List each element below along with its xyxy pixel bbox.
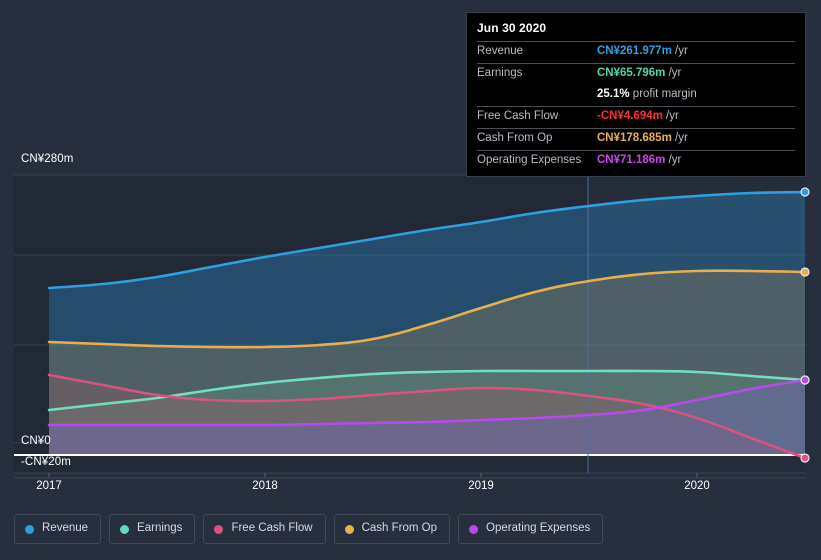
tooltip-row-value: CN¥71.186m /yr [597, 154, 681, 166]
tooltip-row-label: Cash From Op [477, 132, 553, 144]
legend-dot-icon [469, 524, 479, 534]
tooltip-row-value: CN¥178.685m /yr [597, 132, 688, 144]
y-axis-top-label: CN¥280m [21, 153, 74, 165]
tooltip-row-suffix: /yr [665, 154, 682, 166]
tooltip-row: Operating Expenses CN¥71.186m /yr [477, 150, 795, 172]
tooltip-date: Jun 30 2020 [477, 21, 547, 35]
tooltip-row-label: Earnings [477, 67, 523, 79]
tooltip-row-suffix: /yr [671, 132, 688, 144]
tooltip-row-suffix: profit margin [629, 88, 697, 100]
tooltip-row-amount: CN¥71.186m [597, 154, 666, 166]
endpoint-operating-expenses [800, 375, 810, 385]
tooltip-row-amount: -CN¥4.694m [597, 110, 663, 122]
legend-item-earnings[interactable]: Earnings [109, 514, 196, 544]
y-axis-bottom-label: -CN¥20m [21, 456, 71, 468]
x-tick-label-2019: 2019 [468, 480, 494, 492]
chart-tooltip: Jun 30 2020 Revenue CN¥261.977m /yr Earnin… [466, 12, 806, 177]
legend-item-label: Operating Expenses [486, 522, 591, 535]
tooltip-row: Free Cash Flow -CN¥4.694m /yr [477, 106, 795, 128]
tooltip-row-amount: 25.1% [597, 88, 630, 100]
legend-item-cash-from-op[interactable]: Cash From Op [333, 514, 451, 544]
endpoint-cash-from-op [800, 267, 810, 277]
tooltip-row-suffix: /yr [671, 45, 688, 57]
tooltip-row-suffix: /yr [662, 110, 679, 122]
tooltip-row: 25.1% profit margin [477, 85, 795, 106]
x-tick-label-2017: 2017 [36, 480, 62, 492]
legend-item-label: Revenue [42, 522, 89, 535]
legend-item-label: Earnings [137, 522, 183, 535]
chart-app: CN¥280m CN¥0 -CN¥20m 2017 2018 2019 2020 Ju… [0, 0, 821, 560]
tooltip-row-label: Free Cash Flow [477, 110, 559, 122]
legend-item-free-cash-flow[interactable]: Free Cash Flow [203, 514, 326, 544]
tooltip-row: Revenue CN¥261.977m /yr [477, 41, 795, 63]
tooltip-row-value: 25.1% profit margin [597, 88, 697, 100]
tooltip-row-label: Operating Expenses [477, 154, 582, 166]
legend-item-label: Cash From Op [361, 522, 438, 535]
legend-item-revenue[interactable]: Revenue [14, 514, 102, 544]
tooltip-row: Earnings CN¥65.796m /yr [477, 63, 795, 85]
tooltip-row-suffix: /yr [665, 67, 682, 79]
tooltip-rows: Revenue CN¥261.977m /yr Earnings CN¥65.796m… [477, 41, 795, 172]
tooltip-row-amount: CN¥178.685m [597, 132, 672, 144]
tooltip-row-label: Revenue [477, 45, 524, 57]
legend-item-label: Free Cash Flow [231, 522, 313, 535]
legend-dot-icon [344, 524, 354, 534]
tooltip-row-amount: CN¥65.796m [597, 67, 666, 79]
legend-dot-icon [120, 524, 130, 534]
x-tick-label-2020: 2020 [684, 480, 710, 492]
y-axis-zero-label: CN¥0 [21, 435, 51, 447]
tooltip-row-value: -CN¥4.694m /yr [597, 110, 679, 122]
endpoint-revenue [800, 187, 810, 197]
tooltip-row-value: CN¥65.796m /yr [597, 67, 681, 79]
tooltip-row: Cash From Op CN¥178.685m /yr [477, 128, 795, 150]
chart-legend[interactable]: Revenue Earnings Free Cash Flow Cash From O… [14, 514, 604, 544]
tooltip-row-amount: CN¥261.977m [597, 45, 672, 57]
x-tick-label-2018: 2018 [252, 480, 278, 492]
legend-dot-icon [214, 524, 224, 534]
endpoint-free-cash-flow [800, 453, 810, 463]
legend-dot-icon [25, 524, 34, 534]
tooltip-row-value: CN¥261.977m /yr [597, 45, 688, 57]
legend-item-operating-expenses[interactable]: Operating Expenses [458, 514, 604, 544]
